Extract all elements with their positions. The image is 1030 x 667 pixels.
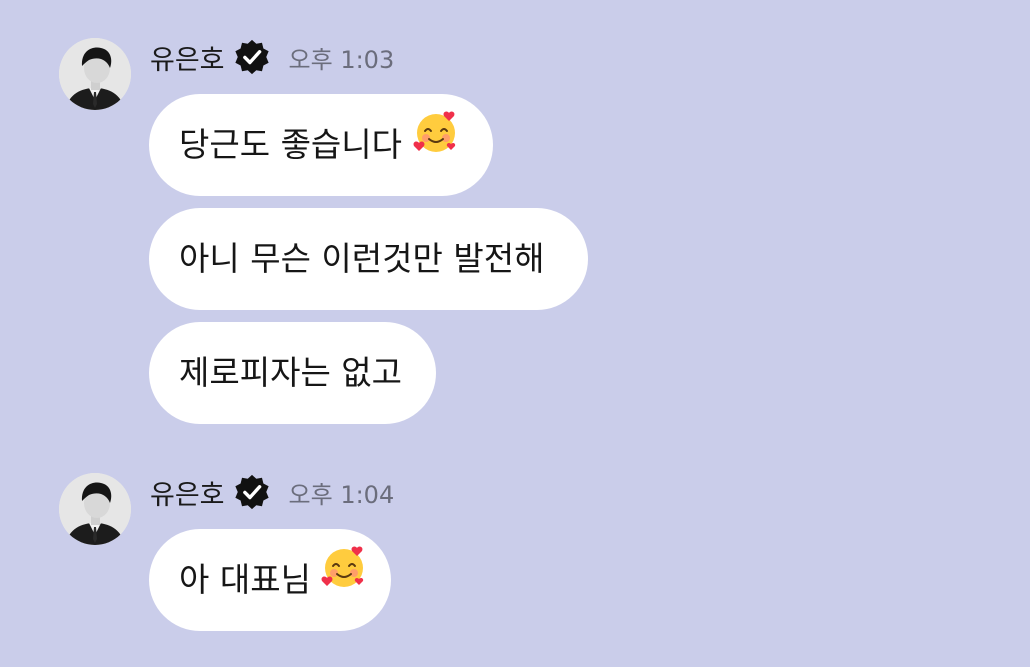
smiling-face-with-hearts-icon — [413, 93, 459, 195]
avatar[interactable] — [59, 38, 131, 110]
message-header: 유은호 오후 1:03 — [150, 37, 394, 77]
message-text: 제로피자는 없고 — [179, 353, 403, 392]
message-bubble[interactable]: 당근도 좋습니다 — [149, 94, 493, 196]
message-header: 유은호 오후 1:04 — [150, 472, 394, 512]
timestamp: 오후 1:04 — [288, 480, 395, 509]
sender-name[interactable]: 유은호 — [150, 38, 225, 77]
message-bubble[interactable]: 아 대표님 — [149, 529, 391, 631]
message-text: 아니 무슨 이런것만 발전해 — [179, 239, 545, 278]
message-text: 당근도 좋습니다 — [179, 125, 403, 164]
profile-photo-icon — [59, 38, 131, 110]
profile-photo-icon — [59, 473, 131, 545]
message-bubble[interactable]: 아니 무슨 이런것만 발전해 — [149, 208, 588, 310]
smiling-face-with-hearts-icon — [321, 528, 367, 630]
message-bubble[interactable]: 제로피자는 없고 — [149, 322, 436, 424]
message-text: 아 대표님 — [179, 560, 311, 599]
avatar[interactable] — [59, 473, 131, 545]
timestamp: 오후 1:03 — [288, 45, 395, 74]
verified-badge-icon — [233, 473, 271, 511]
verified-badge-icon — [233, 38, 271, 76]
sender-name[interactable]: 유은호 — [150, 473, 225, 512]
